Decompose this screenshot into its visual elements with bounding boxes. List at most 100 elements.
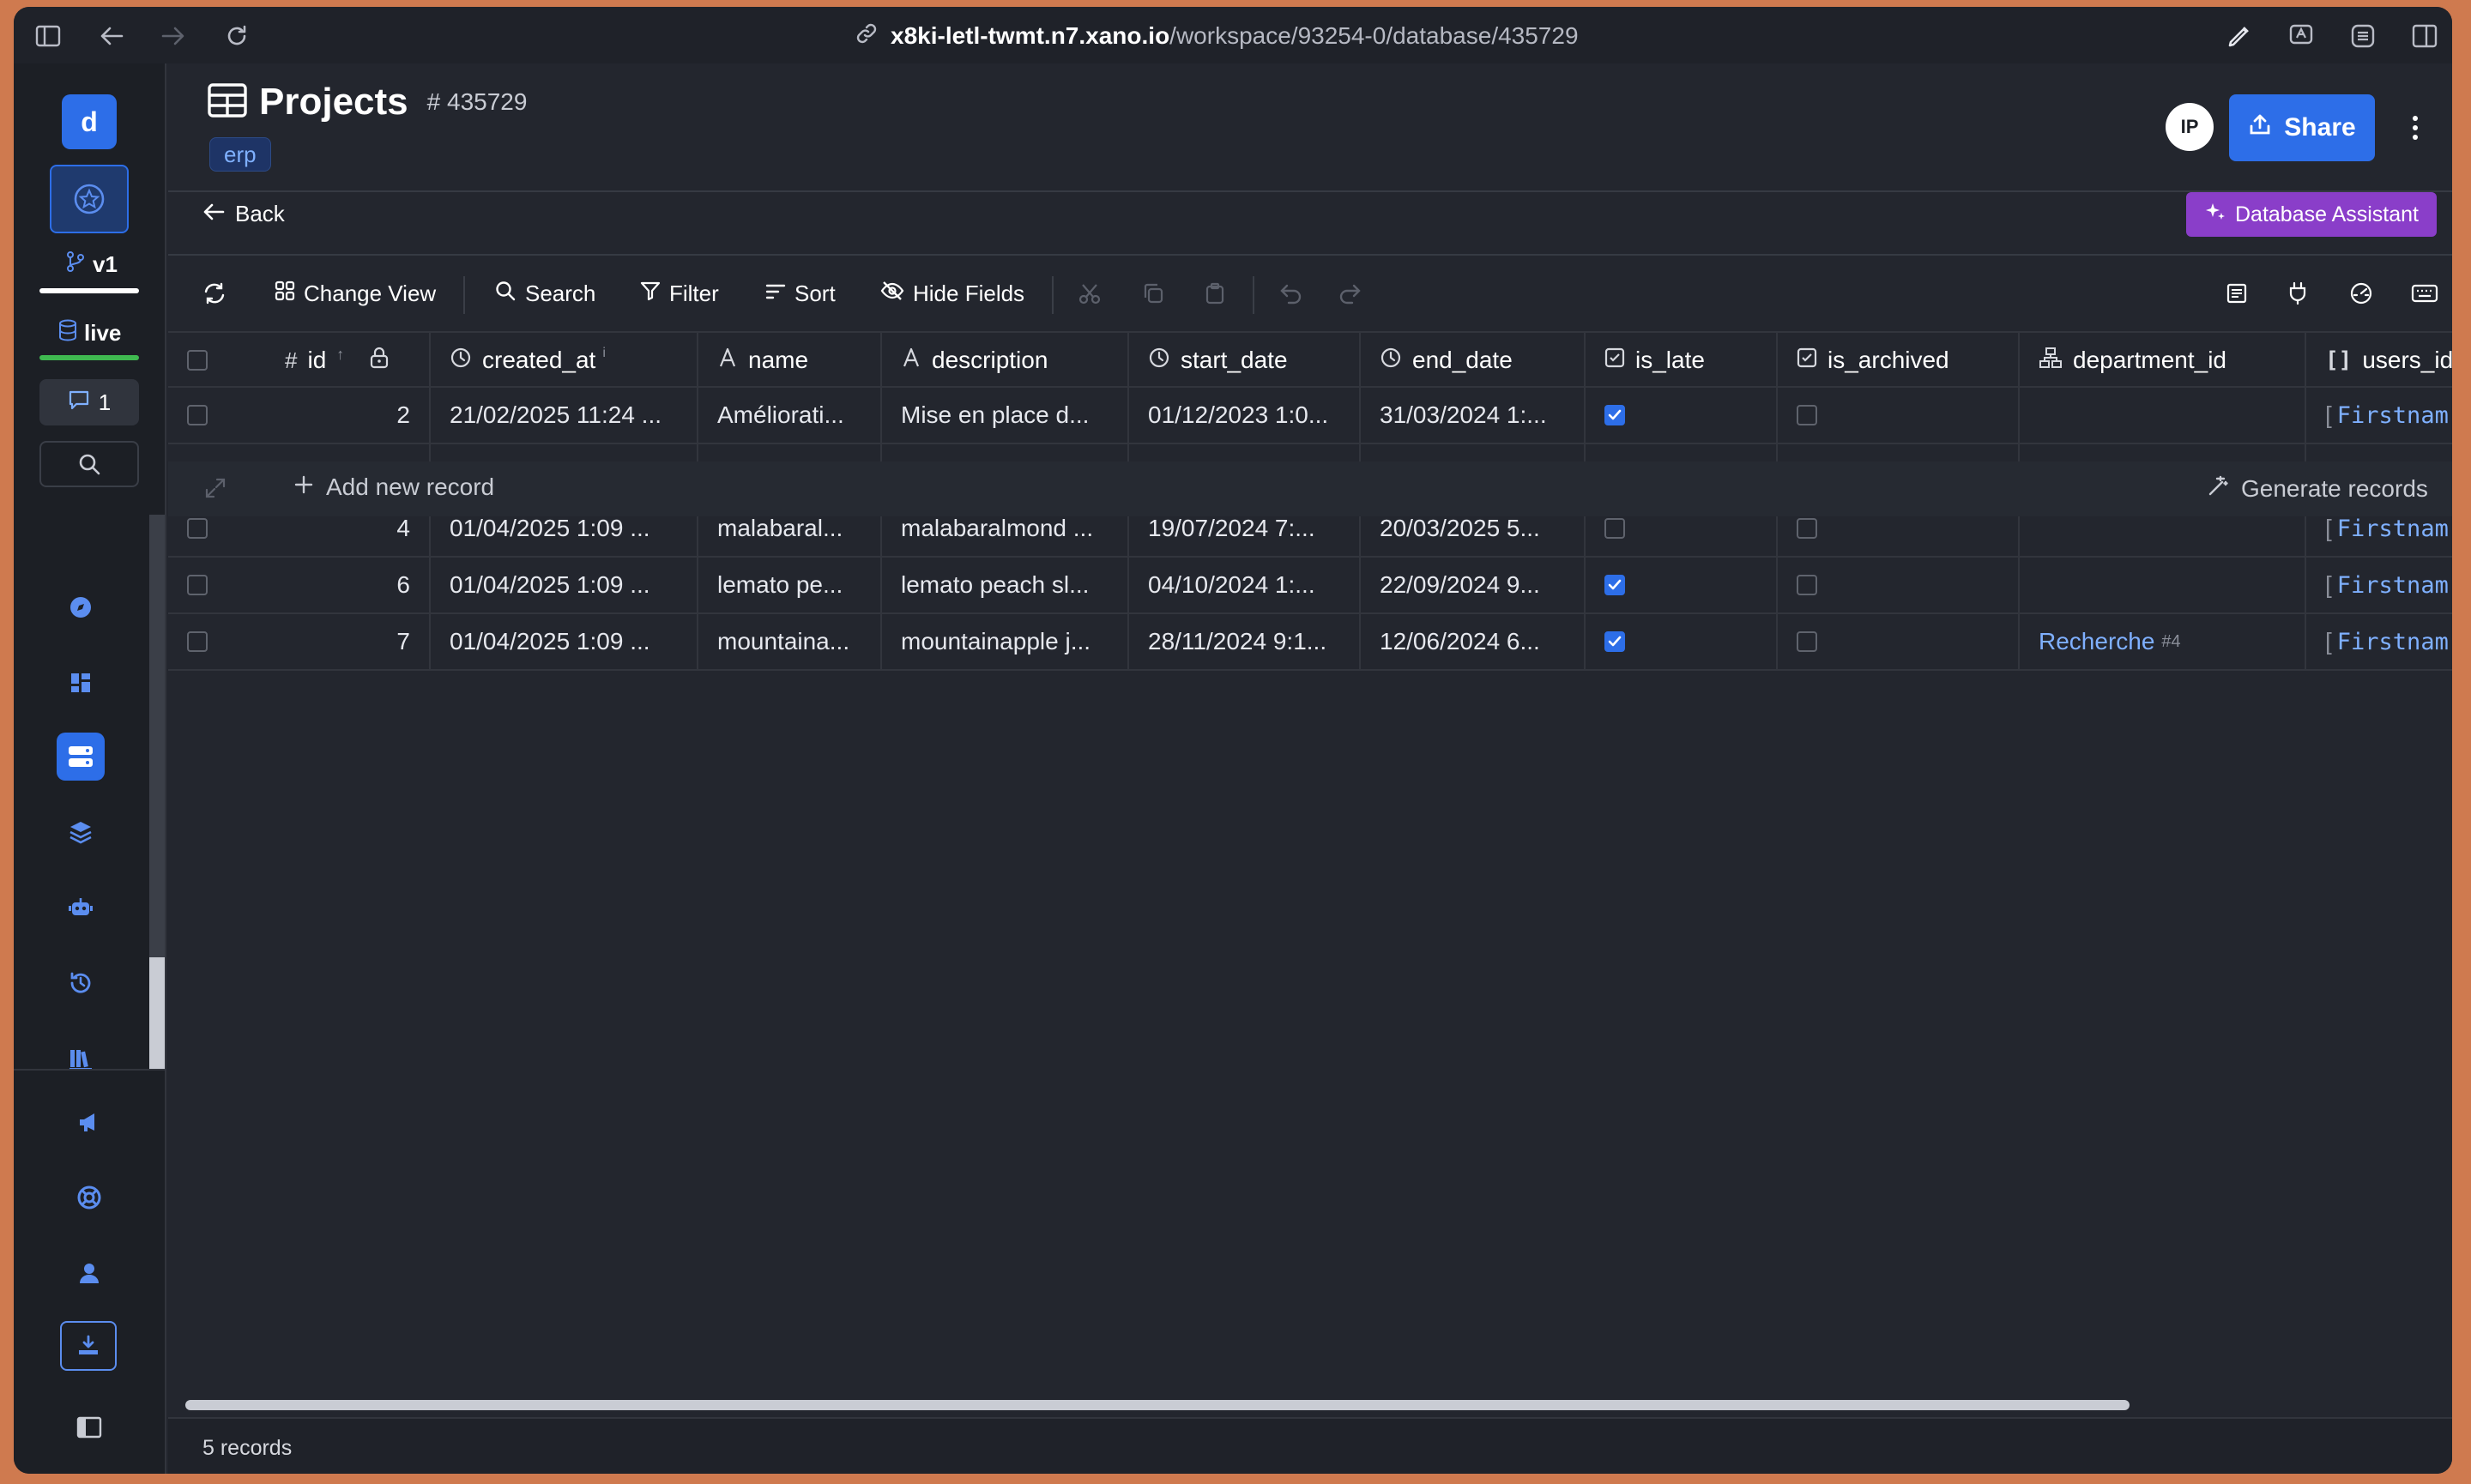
history-icon[interactable]: [57, 959, 105, 1007]
cell-is-late[interactable]: [1586, 614, 1778, 669]
column-header-is-late[interactable]: is_late: [1586, 333, 1778, 388]
cell-users-id[interactable]: [Firstnam: [2306, 558, 2452, 612]
more-options-icon[interactable]: [2402, 106, 2428, 149]
row-select-checkbox[interactable]: [187, 518, 208, 539]
cell-is-archived[interactable]: [1778, 614, 2020, 669]
cell-users-id[interactable]: [Firstnam: [2306, 388, 2452, 443]
cell-id[interactable]: 7: [259, 614, 431, 669]
column-header-department-id[interactable]: department_id: [2020, 333, 2306, 388]
keyboard-icon[interactable]: [2411, 276, 2438, 311]
undo-icon[interactable]: [1277, 276, 1302, 311]
cell-start-date[interactable]: 01/12/2023 1:0...: [1129, 388, 1361, 443]
translate-icon[interactable]: [2284, 19, 2318, 53]
environment-selector[interactable]: live: [58, 319, 121, 347]
cell-description[interactable]: mountainapple j...: [882, 614, 1129, 669]
cell-department-id[interactable]: Recherche #4: [2020, 614, 2306, 669]
is-late-checkbox[interactable]: [1604, 405, 1625, 425]
database-tables-icon[interactable]: [57, 733, 105, 781]
table-row[interactable]: 2 21/02/2025 11:24 ... Améliorati... Mise e…: [168, 388, 2452, 444]
cell-is-archived[interactable]: [1778, 558, 2020, 612]
column-header-name[interactable]: name: [698, 333, 882, 388]
column-header-is-archived[interactable]: is_archived: [1778, 333, 2020, 388]
is-archived-checkbox[interactable]: [1797, 631, 1817, 652]
help-lifebuoy-icon[interactable]: [65, 1173, 113, 1222]
search-button[interactable]: Search: [494, 276, 595, 311]
document-icon[interactable]: [2226, 276, 2248, 311]
row-select-checkbox[interactable]: [187, 631, 208, 652]
user-reference[interactable]: Firstnam: [2337, 629, 2449, 655]
gauge-icon[interactable]: [2349, 276, 2373, 311]
change-view-button[interactable]: Change View: [275, 276, 436, 311]
cell-created-at[interactable]: 01/04/2025 1:09 ...: [431, 558, 698, 612]
workspace-badge[interactable]: d: [62, 94, 117, 149]
comments-button[interactable]: 1: [39, 379, 139, 425]
table-tag[interactable]: erp: [209, 137, 271, 172]
cell-is-late[interactable]: [1586, 388, 1778, 443]
cell-name[interactable]: Améliorati...: [698, 388, 882, 443]
cell-end-date[interactable]: 12/06/2024 6...: [1361, 614, 1586, 669]
panel-toggle-icon[interactable]: [65, 1403, 113, 1451]
forward-arrow-icon[interactable]: [156, 19, 190, 53]
cell-start-date[interactable]: 04/10/2024 1:...: [1129, 558, 1361, 612]
cell-department-id[interactable]: [2020, 558, 2306, 612]
cell-name[interactable]: mountaina...: [698, 614, 882, 669]
cell-start-date[interactable]: 28/11/2024 9:1...: [1129, 614, 1361, 669]
is-archived-checkbox[interactable]: [1797, 575, 1817, 595]
horizontal-scrollbar[interactable]: [185, 1400, 2130, 1410]
cell-is-archived[interactable]: [1778, 388, 2020, 443]
select-all-checkbox[interactable]: [187, 350, 208, 371]
reload-icon[interactable]: [220, 19, 254, 53]
user-reference[interactable]: Firstnam: [2337, 402, 2449, 429]
cell-description[interactable]: Mise en place d...: [882, 388, 1129, 443]
row-select-cell[interactable]: [168, 558, 259, 612]
is-archived-checkbox[interactable]: [1797, 405, 1817, 425]
row-select-cell[interactable]: [168, 388, 259, 443]
paste-icon[interactable]: [1203, 276, 1227, 311]
add-record-button[interactable]: Add new record: [293, 474, 494, 501]
filter-button[interactable]: Filter: [640, 276, 719, 311]
row-select-cell[interactable]: [168, 614, 259, 669]
row-select-checkbox[interactable]: [187, 405, 208, 425]
table-row[interactable]: 6 01/04/2025 1:09 ... lemato pe... lemato p…: [168, 558, 2452, 614]
row-select-checkbox[interactable]: [187, 575, 208, 595]
pen-icon[interactable]: [2222, 19, 2257, 53]
user-reference[interactable]: Firstnam: [2337, 516, 2449, 542]
copy-icon[interactable]: [1141, 276, 1165, 311]
plug-icon[interactable]: [2287, 276, 2308, 311]
back-button[interactable]: Back: [202, 201, 285, 227]
address-bar[interactable]: x8ki-letl-twmt.n7.xano.io/workspace/9325…: [855, 22, 1579, 50]
database-assistant-button[interactable]: Database Assistant: [2186, 192, 2437, 237]
user-icon[interactable]: [65, 1249, 113, 1297]
redo-icon[interactable]: [1338, 276, 1364, 311]
is-late-checkbox[interactable]: [1604, 631, 1625, 652]
generate-records-button[interactable]: Generate records: [2207, 474, 2428, 504]
column-header-created-at[interactable]: created_at i: [431, 333, 698, 388]
share-button[interactable]: Share: [2229, 94, 2375, 161]
cell-department-id[interactable]: [2020, 388, 2306, 443]
extensions-icon[interactable]: [2346, 19, 2380, 53]
cell-end-date[interactable]: 31/03/2024 1:...: [1361, 388, 1586, 443]
column-header-users-id[interactable]: [] users_id: [2306, 333, 2452, 388]
cell-users-id[interactable]: [Firstnam: [2306, 614, 2452, 669]
cell-created-at[interactable]: 01/04/2025 1:09 ...: [431, 614, 698, 669]
library-icon[interactable]: [57, 1035, 105, 1083]
avatar[interactable]: IP: [2166, 103, 2214, 151]
department-link[interactable]: Recherche: [2039, 628, 2154, 655]
column-header-description[interactable]: description: [882, 333, 1129, 388]
cell-created-at[interactable]: 21/02/2025 11:24 ...: [431, 388, 698, 443]
expand-icon[interactable]: [204, 477, 227, 504]
column-header-start-date[interactable]: start_date: [1129, 333, 1361, 388]
cut-icon[interactable]: [1078, 276, 1102, 311]
is-late-checkbox[interactable]: [1604, 575, 1625, 595]
dashboard-icon[interactable]: [57, 659, 105, 707]
user-reference[interactable]: Firstnam: [2337, 572, 2449, 599]
branch-selector[interactable]: v1: [65, 250, 118, 279]
cell-name[interactable]: lemato pe...: [698, 558, 882, 612]
table-row[interactable]: 7 01/04/2025 1:09 ... mountaina... mountain…: [168, 614, 2452, 671]
cell-is-late[interactable]: [1586, 558, 1778, 612]
rail-search-icon[interactable]: [39, 441, 139, 487]
rail-scrollbar-thumb[interactable]: [149, 957, 165, 1069]
download-icon[interactable]: [60, 1321, 117, 1371]
layers-icon[interactable]: [57, 808, 105, 856]
column-header-id[interactable]: # id ↑: [259, 333, 431, 388]
